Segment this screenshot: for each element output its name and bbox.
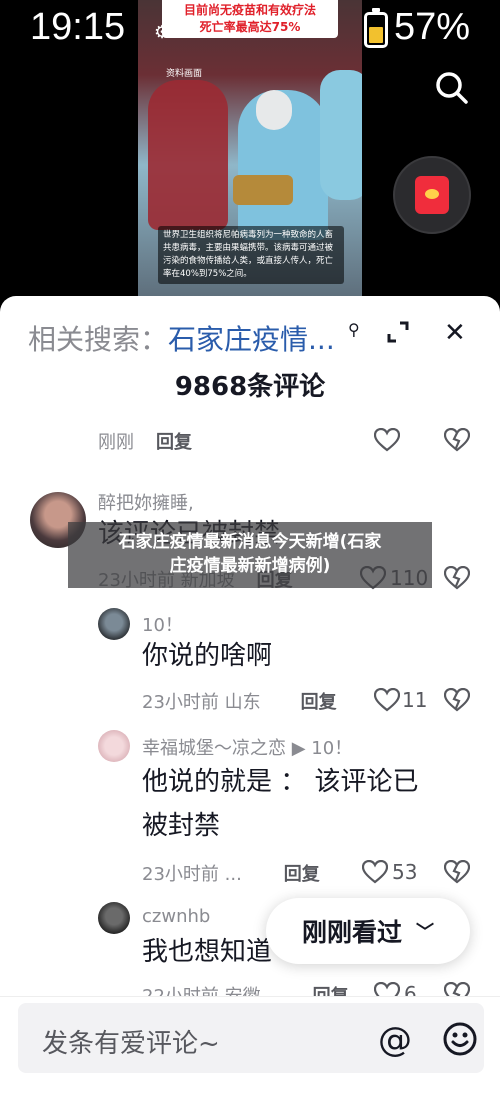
emoji-icon[interactable]	[442, 1021, 478, 1057]
comment-meta: 23小时前 ... 回复	[142, 860, 320, 886]
avatar[interactable]	[98, 902, 130, 934]
related-search[interactable]: 相关搜索：石家庄疫情...	[28, 318, 335, 358]
expand-icon[interactable]	[386, 320, 410, 344]
like-count: 53	[392, 860, 418, 884]
dislike-icon[interactable]	[444, 566, 470, 590]
comment-text: 我也想知道	[142, 937, 273, 967]
video-headline: 目前尚无疫苗和有效疗法 死亡率最高达75%	[162, 0, 338, 38]
video-caption: 世界卫生组织将尼帕病毒列为一种致命的人畜共患病毒，主要由果蝠携带。该病毒可通过被…	[158, 226, 344, 284]
comment-username[interactable]: czwnhb	[142, 906, 210, 927]
video-player[interactable]: 目前尚无疫苗和有效疗法 死亡率最高达75% 资料画面 世界卫生组织将尼帕病毒列为…	[0, 0, 500, 330]
dislike-icon[interactable]	[444, 428, 470, 452]
comment-input-placeholder: 发条有爱评论~	[42, 1029, 220, 1059]
video-frame: 目前尚无疫苗和有效疗法 死亡率最高达75% 资料画面 世界卫生组织将尼帕病毒列为…	[138, 0, 362, 300]
comment-input[interactable]: 发条有爱评论~ @	[18, 1003, 484, 1073]
reply-button[interactable]: 回复	[284, 860, 320, 886]
related-search-query[interactable]: 石家庄疫情...	[168, 323, 335, 356]
reply-button[interactable]: 回复	[156, 428, 192, 454]
video-tag: 资料画面	[166, 69, 203, 79]
comment-text-line1: 他说的就是 ： 该评论已	[142, 767, 419, 797]
comment-count: 9868条评论	[174, 372, 326, 402]
battery-icon	[364, 8, 388, 48]
chevron-down-icon: ﹀	[416, 922, 434, 943]
battery-percent: 57%	[394, 6, 471, 48]
dislike-icon[interactable]	[444, 860, 470, 884]
reply-button[interactable]: 回复	[301, 688, 337, 714]
comment-time: 23小时前 山东	[142, 692, 261, 713]
comment-text: 你说的啥啊	[142, 641, 273, 671]
like-count: 11	[402, 688, 428, 712]
like-icon[interactable]	[374, 428, 400, 452]
like-icon[interactable]	[374, 688, 400, 712]
comment-meta: 刚刚 回复	[98, 428, 192, 454]
comment-input-bar: 发条有爱评论~ @	[0, 996, 500, 1111]
red-envelope-icon	[415, 176, 449, 214]
red-packet-button[interactable]	[393, 156, 471, 234]
comment-text-line2: 被封禁	[142, 811, 221, 841]
status-time: 19:15	[30, 6, 126, 48]
comment-time: 23小时前 ...	[142, 864, 242, 885]
dislike-icon[interactable]	[444, 688, 470, 712]
just-seen-button[interactable]: 刚刚看过 ﹀	[266, 898, 470, 964]
video-figure-red	[148, 80, 228, 230]
gear-icon: ⚙	[154, 22, 171, 43]
comment-meta: 23小时前 山东 回复	[142, 688, 337, 714]
video-figure-right	[320, 70, 362, 200]
video-figure-mask	[256, 90, 292, 130]
related-search-label: 相关搜索：	[28, 323, 169, 356]
related-search-icon[interactable]: ⚲	[348, 320, 360, 339]
search-icon[interactable]	[432, 68, 472, 108]
like-icon[interactable]	[362, 860, 388, 884]
video-figure-object	[233, 175, 293, 205]
avatar[interactable]	[98, 608, 130, 640]
avatar[interactable]	[98, 730, 130, 762]
comment-time: 刚刚	[98, 432, 134, 453]
just-seen-label: 刚刚看过	[301, 918, 402, 947]
close-icon[interactable]: ✕	[444, 318, 466, 348]
comment-username[interactable]: 幸福城堡～凉之恋 ▶ 10！	[142, 734, 352, 760]
comment-sheet: 相关搜索：石家庄疫情... ⚲ ✕ 9868条评论 刚刚 回复 醉把妳擁睡, 该…	[0, 296, 500, 1111]
mention-icon[interactable]: @	[378, 1023, 412, 1057]
overlay-title-banner: 石家庄疫情最新消息今天新增(石家 庄疫情最新新增病例)	[68, 522, 432, 588]
